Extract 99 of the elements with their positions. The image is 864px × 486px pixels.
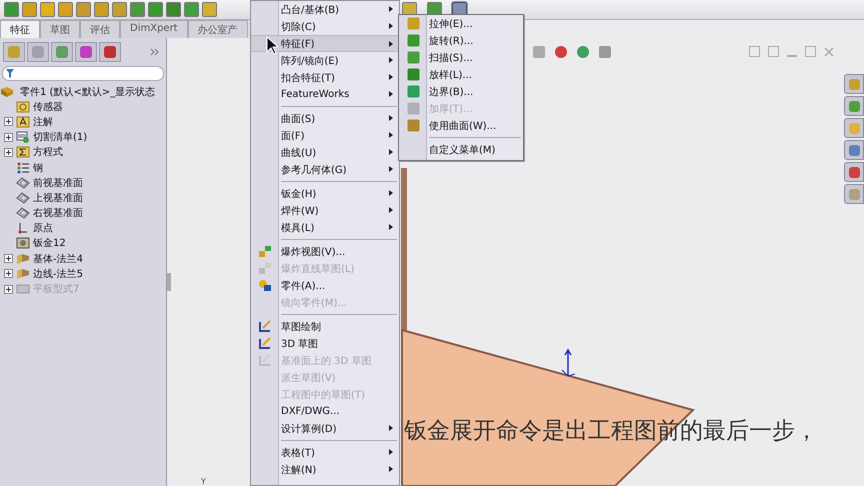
panel-tab-icon[interactable] xyxy=(3,42,25,62)
viewport-button-icon[interactable] xyxy=(768,46,779,57)
tree-item-label[interactable]: 传感器 xyxy=(33,100,63,114)
panel-tab-icon[interactable] xyxy=(99,42,121,62)
part-icon xyxy=(0,86,14,98)
annotation-icon xyxy=(16,116,30,128)
expand-icon[interactable] xyxy=(4,269,12,278)
command-tab[interactable]: 办公室产 xyxy=(188,20,248,38)
chevron-icon[interactable] xyxy=(150,48,159,56)
task-pane-tab[interactable] xyxy=(844,184,864,204)
menu-item[interactable]: 使用曲面(W)... xyxy=(399,117,523,134)
task-pane-tab[interactable] xyxy=(844,74,864,94)
axis-triad-drawing xyxy=(560,348,576,378)
menu-item[interactable]: 爆炸视图(V)... xyxy=(251,243,399,260)
task-pane-tab[interactable] xyxy=(844,118,864,138)
command-tab[interactable]: 评估 xyxy=(80,20,120,38)
task-pane-tab[interactable] xyxy=(844,162,864,182)
splitter-handle[interactable] xyxy=(167,273,171,291)
origin-icon xyxy=(16,222,30,234)
menu-item[interactable]: FeatureWorks xyxy=(251,86,399,103)
part-icon xyxy=(258,279,272,292)
sheet-metal-icon xyxy=(16,237,30,250)
expand-icon[interactable] xyxy=(4,148,12,157)
menu-item[interactable]: DXF/DWG... xyxy=(251,403,399,420)
expand-icon[interactable] xyxy=(4,117,12,126)
flange-icon xyxy=(16,268,30,280)
menu-item[interactable]: 切除(C) xyxy=(251,18,399,35)
view-tool-icon[interactable] xyxy=(533,46,545,58)
flange-icon xyxy=(16,252,30,265)
tree-item-label[interactable]: 前视基准面 xyxy=(33,176,83,190)
tree-item-label[interactable]: 方程式 xyxy=(33,145,63,160)
menu-item[interactable]: 3D 草图 xyxy=(251,335,399,352)
minimize-icon[interactable] xyxy=(787,54,797,56)
explode-icon xyxy=(258,262,272,275)
viewport-button-icon[interactable] xyxy=(749,46,760,57)
command-tab[interactable]: 草图 xyxy=(40,20,80,38)
tree-root-label[interactable]: 零件1 (默认<默认>_显示状态 xyxy=(20,84,156,99)
command-tab[interactable]: 特征 xyxy=(0,20,40,38)
menu-item[interactable]: 拉伸(E)... xyxy=(399,15,523,32)
panel-tab-icon[interactable] xyxy=(51,42,73,62)
flat-pattern-icon xyxy=(16,283,30,296)
subtitle-caption: 钣金展开命令是出工程图前的最后一步， xyxy=(404,417,818,446)
panel-tab-icon[interactable] xyxy=(75,42,97,62)
axis-label: Y xyxy=(201,477,206,486)
restore-icon[interactable] xyxy=(805,46,816,57)
menu-item[interactable]: 面(F) xyxy=(251,127,399,144)
close-icon[interactable] xyxy=(824,46,834,56)
list-icon xyxy=(16,131,30,144)
command-tab[interactable]: DimXpert xyxy=(120,20,188,38)
menu-item[interactable]: 设计算例(D) xyxy=(251,420,399,437)
funnel-icon xyxy=(6,69,14,78)
menu-item[interactable]: 钣金(H) xyxy=(251,185,399,202)
menu-item[interactable]: 放样(L)... xyxy=(399,66,523,83)
menu-item[interactable]: 表格(T) xyxy=(251,444,399,461)
tree-item-label[interactable]: 钣金12 xyxy=(33,236,66,250)
expand-icon[interactable] xyxy=(4,132,12,142)
task-pane-tab[interactable] xyxy=(844,96,864,116)
menu-item[interactable]: 旋转(R)... xyxy=(399,32,523,49)
menu-item[interactable]: 焊件(W) xyxy=(251,202,399,219)
plane-icon xyxy=(16,176,30,189)
sketch-icon xyxy=(258,320,272,333)
scene-icon[interactable] xyxy=(577,46,589,58)
filter-field[interactable] xyxy=(2,66,164,81)
tree-item-label[interactable]: 上视基准面 xyxy=(33,190,83,205)
menu-item[interactable]: 参考几何体(G) xyxy=(251,161,399,178)
menu-item[interactable]: 特征(F) xyxy=(251,35,399,52)
menu-item[interactable]: 边界(B)... xyxy=(399,83,523,100)
material-icon xyxy=(16,162,30,174)
tree-item-label[interactable]: 右视基准面 xyxy=(33,206,83,220)
sketch-icon xyxy=(258,337,272,350)
tree-item-label[interactable]: 注解 xyxy=(33,114,53,129)
mouse-cursor-icon xyxy=(266,36,278,55)
menu-item[interactable]: 扫描(S)... xyxy=(399,49,523,66)
menu-item[interactable]: 零件(A)... xyxy=(251,277,399,294)
explode-icon xyxy=(258,245,272,258)
menu-item[interactable]: 阵列/镜向(E) xyxy=(251,52,399,69)
tree-item-label[interactable]: 切割清单(1) xyxy=(33,130,88,144)
sigma-icon xyxy=(16,146,30,158)
menu-item[interactable]: 曲线(U) xyxy=(251,144,399,161)
menu-item[interactable]: 模具(L) xyxy=(251,219,399,236)
menu-item[interactable]: 自定义菜单(M) xyxy=(399,141,523,158)
menu-item[interactable]: 扣合特征(T) xyxy=(251,69,399,86)
plane-icon xyxy=(16,192,30,204)
expand-icon[interactable] xyxy=(4,254,12,264)
menu-item[interactable]: 曲面(S) xyxy=(251,110,399,127)
tree-item-label[interactable]: 钢 xyxy=(33,160,43,175)
menu-item[interactable]: 凸台/基体(B) xyxy=(251,1,399,18)
task-pane-tab[interactable] xyxy=(844,140,864,160)
menu-item[interactable]: 草图绘制 xyxy=(251,318,399,335)
sketch-icon xyxy=(258,354,272,367)
tree-item-label[interactable]: 基体-法兰4 xyxy=(33,252,83,266)
appearance-icon[interactable] xyxy=(555,46,567,58)
menu-item[interactable]: 注解(N) xyxy=(251,461,399,478)
panel-tab-icon[interactable] xyxy=(27,42,49,62)
folder-icon xyxy=(16,100,30,113)
display-icon[interactable] xyxy=(599,46,611,58)
tree-item-label[interactable]: 边线-法兰5 xyxy=(33,266,83,281)
tree-item-label[interactable]: 原点 xyxy=(33,221,53,236)
plane-icon xyxy=(16,207,30,220)
